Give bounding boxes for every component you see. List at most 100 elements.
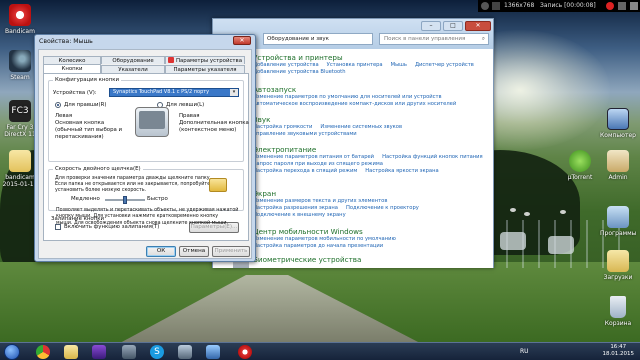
camera-icon[interactable] bbox=[630, 2, 638, 10]
category-title[interactable]: Электропитание bbox=[253, 145, 483, 154]
tab-buttons[interactable]: Кнопки bbox=[43, 64, 101, 73]
link-mouse[interactable]: Мышь bbox=[391, 62, 407, 68]
apply-button[interactable]: Применить bbox=[212, 246, 250, 257]
slow-label: Медленно bbox=[71, 196, 100, 202]
link-device-manager[interactable]: Диспетчер устройств bbox=[415, 62, 474, 68]
language-indicator[interactable]: RU bbox=[520, 348, 529, 355]
desktop-icon-label: Программы bbox=[600, 230, 637, 237]
ok-button[interactable]: ОК bbox=[146, 246, 176, 257]
category-link[interactable]: Изменение параметров по умолчанию для но… bbox=[253, 94, 442, 100]
category-link[interactable]: Настройка разрешения экрана bbox=[253, 205, 338, 211]
clock[interactable]: 16:47 18.01.2015 bbox=[603, 344, 635, 358]
visual-studio-icon[interactable] bbox=[92, 345, 106, 359]
desktop-icon-admin[interactable]: Admin bbox=[600, 150, 636, 181]
minimize-button[interactable]: – bbox=[421, 21, 441, 31]
category-link[interactable]: Подключение к внешнему экрану bbox=[253, 212, 346, 218]
device-select[interactable]: Synaptics TouchPad V8.1 с PS/2 порту ▾ bbox=[109, 88, 239, 97]
programs-icon bbox=[607, 206, 629, 228]
maximize-button[interactable]: □ bbox=[443, 21, 463, 31]
desktop-icon-computer[interactable]: Компьютер bbox=[600, 108, 636, 139]
search-input[interactable]: Поиск в панели управления ⌕ bbox=[379, 33, 489, 45]
category-link[interactable]: Изменение параметров мобильности по умол… bbox=[253, 236, 396, 242]
link-add-device[interactable]: Добавление устройства bbox=[253, 62, 319, 68]
category-link[interactable]: Изменение системных звуков bbox=[320, 124, 402, 130]
link-add-printer[interactable]: Установка принтера bbox=[327, 62, 383, 68]
right-handed-radio[interactable] bbox=[55, 102, 61, 108]
downloads-icon bbox=[607, 250, 629, 272]
record-icon[interactable] bbox=[606, 2, 614, 10]
category-link[interactable]: Изменение размеров текста и других элеме… bbox=[253, 198, 387, 204]
right-handed-label[interactable]: Для правши(R) bbox=[64, 102, 106, 108]
category-link[interactable]: Автоматическое воспроизведение компакт-д… bbox=[253, 101, 456, 107]
desktop-icon-label: Steam bbox=[10, 74, 30, 81]
left-handed-label[interactable]: Для левши(L) bbox=[166, 102, 204, 108]
category-link[interactable]: Подключение к проектору bbox=[346, 205, 419, 211]
app-icon[interactable] bbox=[122, 345, 136, 359]
category-link[interactable]: Запрос пароля при выходе из спящего режи… bbox=[253, 161, 383, 167]
tab-pointers[interactable]: Указатели bbox=[101, 65, 165, 73]
home-icon[interactable] bbox=[481, 2, 489, 10]
folder-icon bbox=[9, 150, 31, 172]
address-bar[interactable]: Оборудование и звук bbox=[263, 33, 373, 45]
desktop-icon-label: Компьютер bbox=[600, 132, 636, 139]
steam-icon bbox=[9, 50, 31, 72]
desktop-icon-label: Admin bbox=[608, 174, 628, 181]
desktop-icon-steam[interactable]: Steam bbox=[2, 50, 38, 81]
desktop-icon-label: Загрузки bbox=[603, 274, 633, 281]
taskbar: S RU 16:47 18.01.2015 bbox=[0, 342, 640, 360]
cancel-button[interactable]: Отмена bbox=[179, 246, 209, 257]
category-title[interactable]: Экран bbox=[253, 189, 483, 198]
category-title[interactable]: Центр мобильности Windows bbox=[253, 227, 483, 236]
tab-pointer-options[interactable]: Параметры указателя bbox=[165, 65, 245, 73]
sheep bbox=[510, 208, 516, 212]
start-button[interactable] bbox=[4, 344, 20, 360]
category-link[interactable]: Настройка функций кнопок питания bbox=[382, 154, 483, 160]
category-link[interactable]: Настройка перехода в спящий режим bbox=[253, 168, 357, 174]
computer-icon bbox=[607, 108, 629, 130]
category-link[interactable]: Настройка параметров до начала презентац… bbox=[253, 243, 383, 249]
link-bluetooth[interactable]: Добавление устройства Bluetooth bbox=[253, 69, 346, 75]
category-link[interactable]: Изменение параметров питания от батарей bbox=[253, 154, 374, 160]
desktop-icon-farcry3[interactable]: FC3 Far Cry 3 DirectX 11 bbox=[2, 100, 38, 140]
resolution-text: 1366x768 bbox=[504, 2, 535, 9]
dialog-body: Колесико Оборудование Параметры устройст… bbox=[38, 49, 252, 259]
desktop-icon-bandicam-folder[interactable]: bandicam 2015-01-18 bbox=[2, 150, 38, 188]
category-link[interactable]: Настройка громкости bbox=[253, 124, 312, 130]
desktop-icon-bandicam[interactable]: Bandicam bbox=[2, 4, 38, 35]
utorrent-icon bbox=[569, 150, 591, 172]
test-folder-icon[interactable] bbox=[209, 178, 227, 192]
control-panel-icon[interactable] bbox=[206, 345, 220, 359]
tab-wheel[interactable]: Колесико bbox=[43, 56, 101, 64]
left-button-title: Левая bbox=[55, 113, 73, 119]
bandicam-icon[interactable] bbox=[238, 345, 252, 359]
desktop-icon-utorrent[interactable]: µTorrent bbox=[562, 150, 598, 181]
category-title[interactable]: Устройства и принтеры bbox=[253, 53, 483, 62]
mouse-settings-icon[interactable] bbox=[178, 345, 192, 359]
category-link[interactable]: Настройка яркости экрана bbox=[365, 168, 438, 174]
skype-icon[interactable]: S bbox=[150, 345, 164, 359]
explorer-icon[interactable] bbox=[64, 345, 78, 359]
dialog-close-button[interactable]: ✕ bbox=[233, 36, 251, 45]
category-link[interactable]: Управление звуковыми устройствами bbox=[253, 131, 357, 137]
pause-icon[interactable] bbox=[618, 2, 626, 10]
screen-icon[interactable] bbox=[492, 2, 500, 10]
category-title[interactable]: Звук bbox=[253, 115, 483, 124]
speed-slider-thumb[interactable] bbox=[123, 196, 127, 204]
category-title[interactable]: Биометрические устройства bbox=[253, 255, 483, 264]
desktop-icon-recycle-bin[interactable]: Корзина bbox=[600, 296, 636, 327]
desktop-icon-label: bandicam 2015-01-18 bbox=[2, 174, 38, 188]
right-button-desc: Дополнительная кнопка bbox=[179, 120, 249, 126]
left-button-desc: перетаскивания) bbox=[55, 134, 104, 140]
tab-device-settings[interactable]: Параметры устройства bbox=[165, 56, 245, 64]
desktop-icon-programs[interactable]: Программы bbox=[600, 206, 636, 237]
chrome-icon[interactable] bbox=[36, 345, 50, 359]
tab-hardware[interactable]: Оборудование bbox=[101, 56, 165, 64]
desktop-icon-downloads[interactable]: Загрузки bbox=[600, 250, 636, 281]
group-label: Скорость двойного щелчка(Е) bbox=[53, 166, 143, 172]
group-label: Конфигурация кнопки bbox=[53, 77, 122, 83]
close-button[interactable]: ✕ bbox=[465, 21, 491, 31]
synaptics-icon bbox=[167, 57, 174, 63]
hay-bale bbox=[500, 232, 526, 250]
category-title[interactable]: Автозапуск bbox=[253, 85, 483, 94]
bandicam-icon bbox=[9, 4, 31, 26]
